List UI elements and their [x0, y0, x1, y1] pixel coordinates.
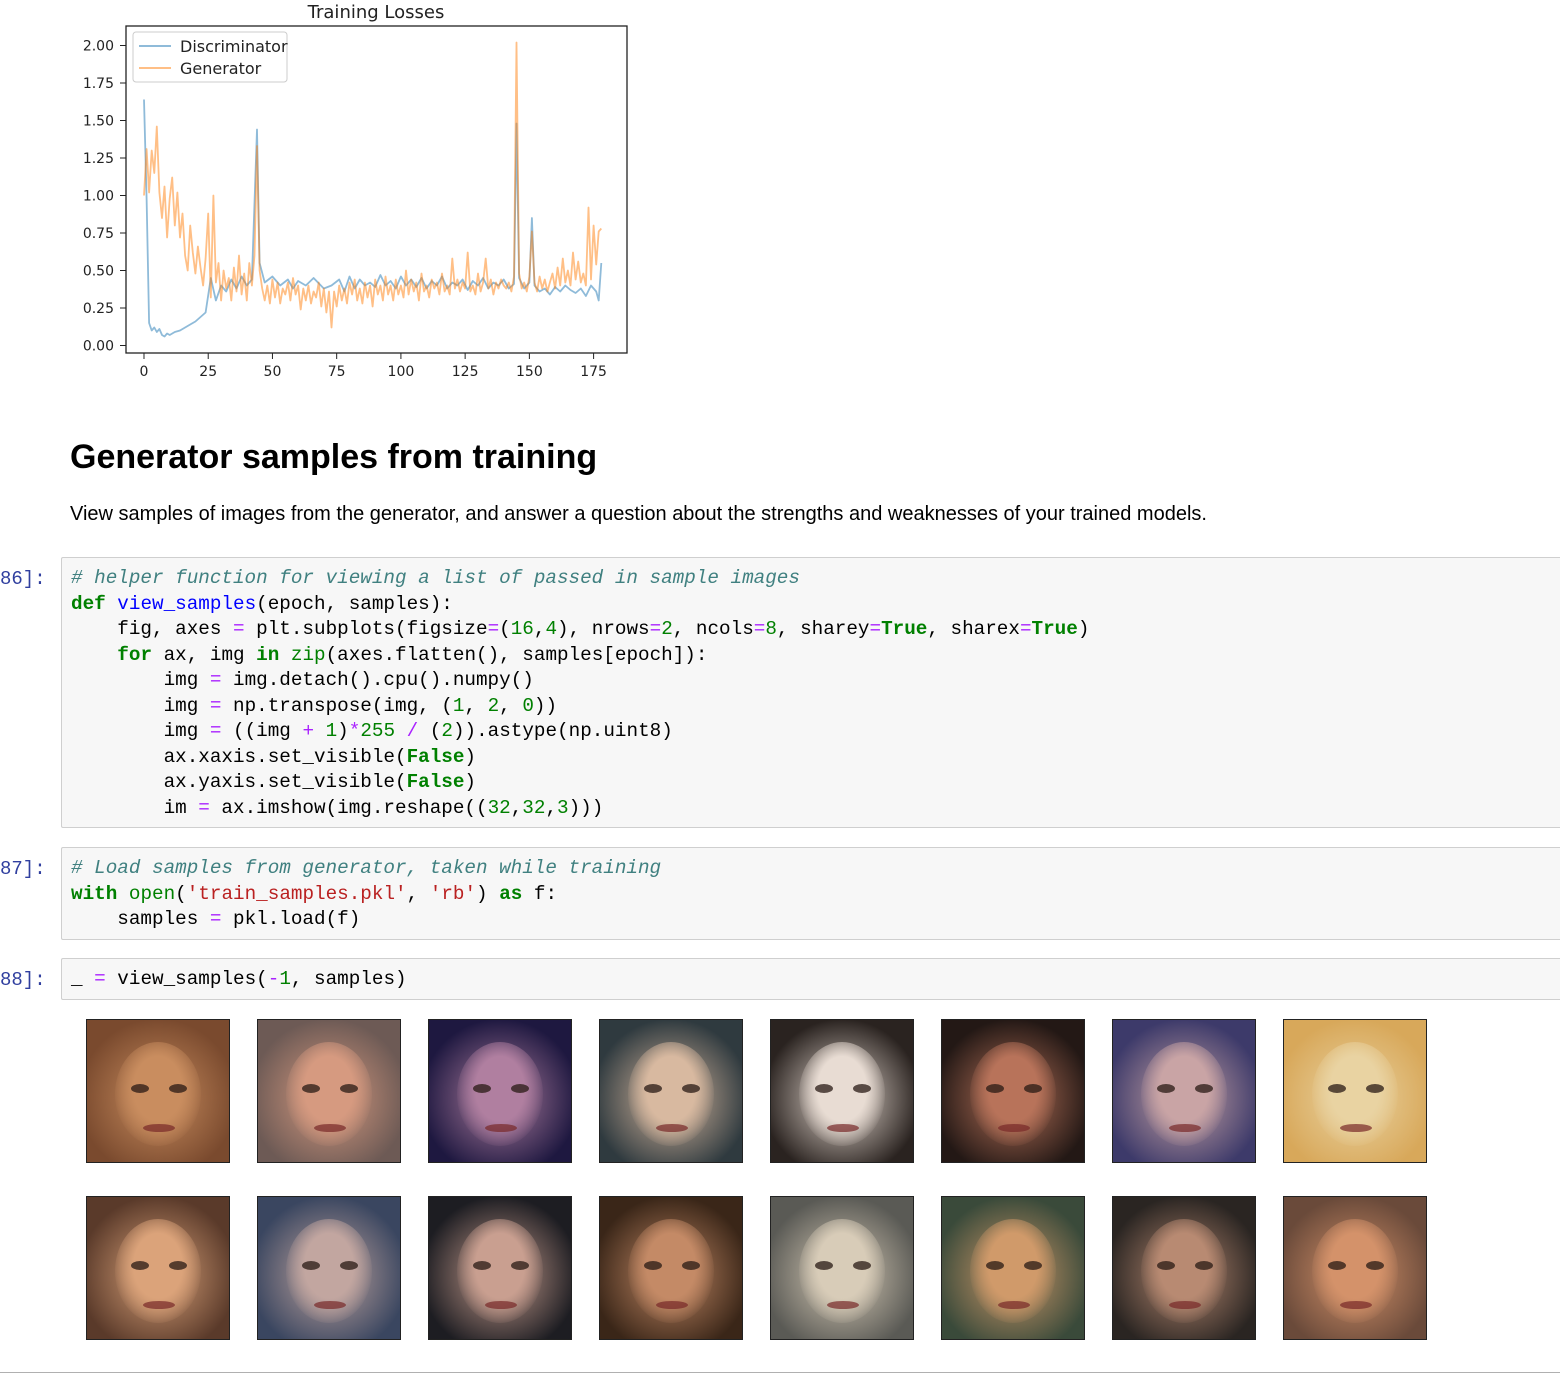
legend-label-discriminator: Discriminator — [180, 37, 288, 56]
sample-eye — [169, 1084, 187, 1093]
sample-eye — [340, 1084, 358, 1093]
x-tick-label: 125 — [452, 364, 479, 380]
sample-face-1 — [86, 1019, 230, 1163]
y-tick-label: 1.50 — [83, 114, 114, 130]
sample-mouth — [827, 1124, 859, 1132]
code-editor[interactable]: # Load samples from generator, taken whi… — [62, 848, 1560, 933]
sample-mouth — [1340, 1124, 1372, 1132]
sample-mouth — [827, 1301, 859, 1309]
page-divider — [0, 1372, 1560, 1373]
sample-eye — [511, 1084, 529, 1093]
sample-face-12 — [599, 1196, 743, 1340]
sample-eye — [511, 1261, 529, 1270]
code-cell-call-view-samples[interactable]: _ = view_samples(-1, samples) — [61, 958, 1560, 1000]
section-heading: Generator samples from training — [70, 438, 598, 476]
sample-eye — [644, 1261, 662, 1270]
code-editor[interactable]: # helper function for viewing a list of … — [62, 558, 1560, 821]
cell-prompt: 88]: — [0, 969, 46, 991]
sample-eye — [986, 1261, 1004, 1270]
sample-face-2 — [257, 1019, 401, 1163]
sample-face-4 — [599, 1019, 743, 1163]
sample-mouth — [998, 1124, 1030, 1132]
sample-eye — [815, 1261, 833, 1270]
sample-eye — [815, 1084, 833, 1093]
sample-eye — [302, 1261, 320, 1270]
sample-mouth — [1169, 1124, 1201, 1132]
sample-eye — [340, 1261, 358, 1270]
sample-face-8 — [1283, 1019, 1427, 1163]
sample-eye — [473, 1261, 491, 1270]
code-editor[interactable]: _ = view_samples(-1, samples) — [62, 959, 1560, 993]
sample-eye — [853, 1261, 871, 1270]
sample-eye — [1328, 1084, 1346, 1093]
sample-eye — [169, 1261, 187, 1270]
cell-prompt: 86]: — [0, 568, 46, 590]
chart-legend: Discriminator Generator — [132, 31, 288, 83]
sample-face-6 — [941, 1019, 1085, 1163]
chart-title: Training Losses — [307, 2, 445, 23]
sample-eye — [682, 1084, 700, 1093]
sample-mouth — [656, 1124, 688, 1132]
x-tick-label: 25 — [199, 364, 217, 380]
y-tick-label: 0.50 — [83, 264, 114, 280]
sample-eye — [1195, 1261, 1213, 1270]
sample-face-15 — [1112, 1196, 1256, 1340]
code-cell-load-samples[interactable]: # Load samples from generator, taken whi… — [61, 847, 1560, 940]
cell-prompt: 87]: — [0, 858, 46, 880]
x-tick-label: 150 — [516, 364, 543, 380]
y-tick-label: 1.75 — [83, 76, 114, 92]
sample-face-13 — [770, 1196, 914, 1340]
code-cell-view-samples[interactable]: # helper function for viewing a list of … — [61, 557, 1560, 828]
sample-eye — [1157, 1084, 1175, 1093]
sample-face-5 — [770, 1019, 914, 1163]
y-tick-label: 2.00 — [83, 39, 114, 55]
sample-eye — [1366, 1084, 1384, 1093]
sample-eye — [682, 1261, 700, 1270]
sample-eye — [1328, 1261, 1346, 1270]
sample-mouth — [485, 1301, 517, 1309]
y-tick-label: 1.25 — [83, 151, 114, 167]
sample-mouth — [656, 1301, 688, 1309]
sample-eye — [302, 1084, 320, 1093]
sample-mouth — [1169, 1301, 1201, 1309]
sample-face-14 — [941, 1196, 1085, 1340]
sample-eye — [1195, 1084, 1213, 1093]
sample-mouth — [143, 1124, 175, 1132]
sample-face-7 — [1112, 1019, 1256, 1163]
sample-mouth — [998, 1301, 1030, 1309]
training-losses-chart: Training Losses 0 25 50 75 100 125 150 175 0.00 0… — [83, 2, 628, 380]
sample-mouth — [485, 1124, 517, 1132]
sample-face-10 — [257, 1196, 401, 1340]
x-tick-label: 175 — [580, 364, 607, 380]
section-description: View samples of images from the generato… — [70, 503, 1207, 525]
sample-mouth — [314, 1301, 346, 1309]
x-tick-label: 0 — [140, 364, 149, 380]
y-tick-label: 0.75 — [83, 226, 114, 242]
sample-eye — [1024, 1261, 1042, 1270]
sample-eye — [853, 1084, 871, 1093]
sample-eye — [1366, 1261, 1384, 1270]
sample-eye — [1157, 1261, 1175, 1270]
y-tick-label: 1.00 — [83, 189, 114, 205]
sample-mouth — [143, 1301, 175, 1309]
sample-mouth — [314, 1124, 346, 1132]
sample-face-3 — [428, 1019, 572, 1163]
y-tick-label: 0.25 — [83, 301, 114, 317]
sample-face-9 — [86, 1196, 230, 1340]
y-tick-label: 0.00 — [83, 339, 114, 355]
x-tick-label: 100 — [388, 364, 415, 380]
sample-eye — [1024, 1084, 1042, 1093]
sample-eye — [473, 1084, 491, 1093]
sample-eye — [644, 1084, 662, 1093]
legend-label-generator: Generator — [180, 59, 262, 78]
x-tick-label: 50 — [264, 364, 282, 380]
sample-mouth — [1340, 1301, 1372, 1309]
sample-face-16 — [1283, 1196, 1427, 1340]
sample-face-11 — [428, 1196, 572, 1340]
sample-eye — [131, 1084, 149, 1093]
sample-eye — [986, 1084, 1004, 1093]
sample-eye — [131, 1261, 149, 1270]
x-tick-label: 75 — [328, 364, 346, 380]
